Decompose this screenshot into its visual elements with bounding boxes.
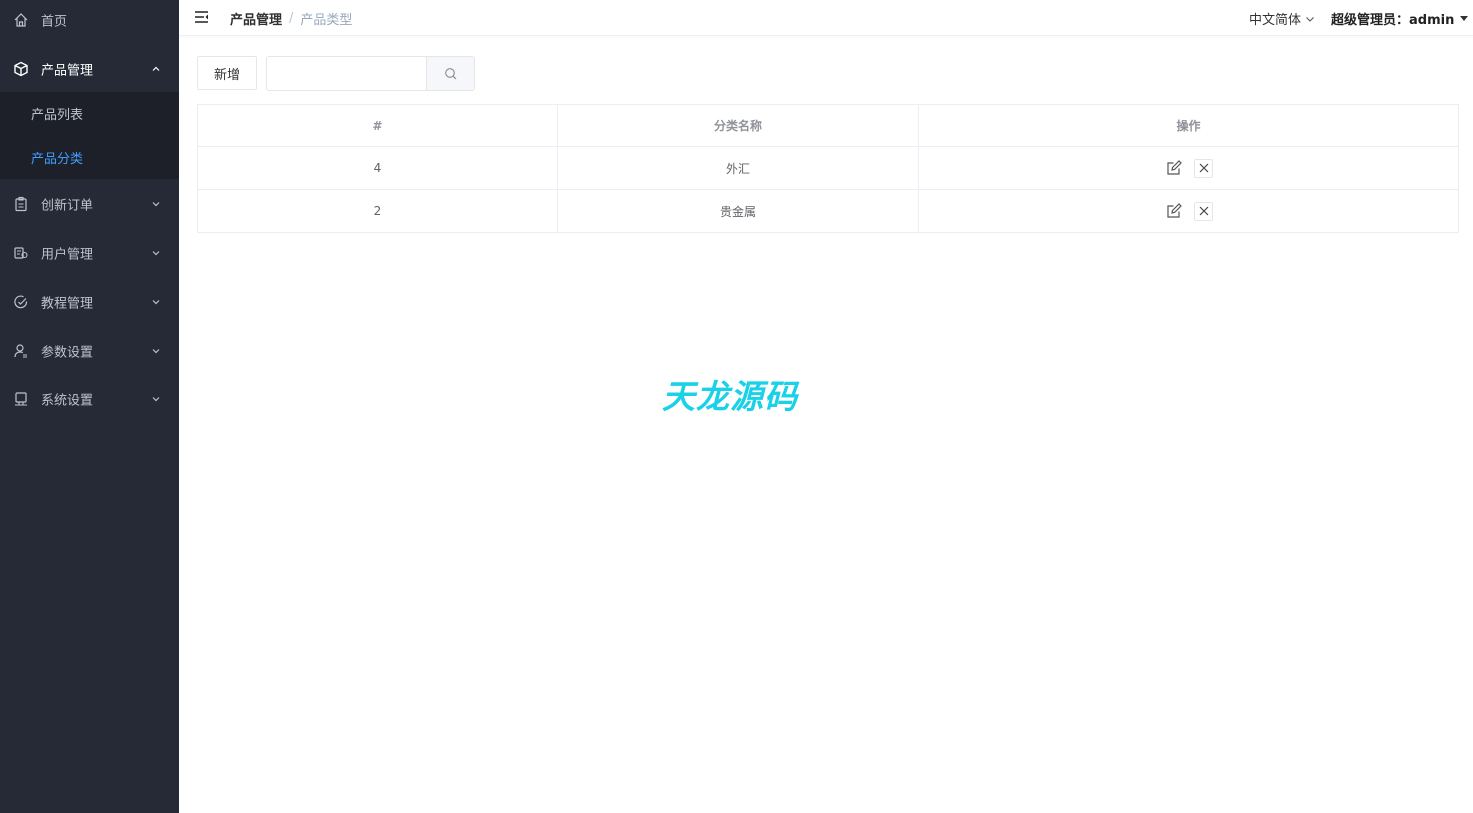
close-icon	[1199, 163, 1208, 173]
sidebar-item-user-management[interactable]: 用户管理	[0, 233, 179, 273]
search-icon	[444, 67, 456, 79]
sidebar-item-system-settings[interactable]: 系统设置	[0, 379, 179, 419]
breadcrumb: 产品管理 / 产品类型	[230, 9, 352, 28]
chevron-down-icon	[1306, 16, 1314, 22]
sidebar-item-home[interactable]: 首页	[0, 0, 179, 40]
sidebar-item-label: 首页	[41, 14, 68, 30]
user-name: 超级管理员：admin	[1331, 13, 1455, 28]
language-label: 中文简体	[1249, 13, 1302, 28]
table-header-row: # 分类名称 操作	[197, 104, 1459, 147]
sidebar-item-label: 参数设置	[41, 345, 94, 361]
delete-button[interactable]	[1194, 201, 1213, 221]
table-row: 4 外汇	[197, 146, 1459, 190]
column-header-name: 分类名称	[557, 104, 919, 147]
sidebar-item-product-category[interactable]: 产品分类	[0, 136, 179, 179]
search-box	[266, 56, 475, 91]
home-icon	[13, 12, 29, 28]
edit-button[interactable]	[1164, 159, 1183, 178]
chevron-down-icon	[150, 393, 162, 405]
sidebar-item-label: 产品列表	[31, 108, 84, 123]
chevron-down-icon	[150, 296, 162, 308]
language-selector[interactable]: 中文简体	[1249, 9, 1315, 28]
sidebar-item-label: 教程管理	[41, 296, 94, 312]
chevron-down-icon	[150, 247, 162, 259]
chevron-down-icon	[150, 198, 162, 210]
close-icon	[1199, 206, 1208, 216]
cell-id: 4	[197, 146, 558, 190]
breadcrumb-item-product-type: 产品类型	[300, 13, 353, 28]
breadcrumb-separator: /	[289, 11, 294, 26]
delete-button[interactable]	[1194, 158, 1213, 178]
edit-icon	[1166, 160, 1182, 175]
user-settings-icon	[13, 343, 29, 359]
users-icon	[13, 245, 29, 261]
clipboard-icon	[13, 196, 29, 212]
sidebar-item-product-list[interactable]: 产品列表	[0, 92, 179, 135]
sidebar-item-orders[interactable]: 创新订单	[0, 184, 179, 224]
cell-actions	[918, 146, 1459, 190]
cell-id: 2	[197, 189, 558, 233]
breadcrumb-item-product-management[interactable]: 产品管理	[230, 9, 282, 28]
sidebar-item-product-management[interactable]: 产品管理	[0, 49, 179, 89]
table-row: 2 贵金属	[197, 189, 1459, 233]
watermark: 天龙源码	[662, 377, 798, 416]
caret-down-icon	[1460, 16, 1469, 21]
chevron-down-icon	[150, 345, 162, 357]
cube-icon	[13, 61, 29, 77]
submenu-product-management: 产品列表 产品分类	[0, 92, 179, 179]
column-header-actions: 操作	[918, 104, 1459, 147]
cell-actions	[918, 189, 1459, 233]
user-menu[interactable]: 超级管理员：admin	[1331, 9, 1469, 28]
sidebar: 首页 产品管理 产品列表 产品分类 创新订单 用户管理 教程管理 参数设置 系统…	[0, 0, 179, 813]
edit-button[interactable]	[1164, 202, 1183, 221]
sidebar-item-parameters[interactable]: 参数设置	[0, 331, 179, 371]
add-button[interactable]: 新增	[197, 56, 257, 90]
sidebar-item-label: 产品管理	[41, 63, 94, 79]
category-table: # 分类名称 操作 4 外汇 2 贵金属	[197, 104, 1459, 233]
monitor-icon	[13, 391, 29, 407]
sidebar-item-label: 系统设置	[41, 393, 94, 409]
sidebar-item-tutorials[interactable]: 教程管理	[0, 282, 179, 322]
sidebar-item-label: 用户管理	[41, 247, 94, 263]
check-circle-icon	[13, 294, 29, 310]
collapse-menu-icon[interactable]	[194, 9, 210, 25]
search-input[interactable]	[267, 57, 426, 90]
search-button[interactable]	[426, 57, 474, 90]
column-header-id: #	[197, 104, 558, 147]
edit-icon	[1166, 203, 1182, 218]
sidebar-item-label: 产品分类	[31, 152, 84, 167]
chevron-up-icon	[150, 63, 162, 75]
top-header: 产品管理 / 产品类型 中文简体 超级管理员：admin	[179, 0, 1473, 36]
sidebar-item-label: 创新订单	[41, 198, 94, 214]
cell-name: 贵金属	[557, 189, 919, 233]
cell-name: 外汇	[557, 146, 919, 190]
